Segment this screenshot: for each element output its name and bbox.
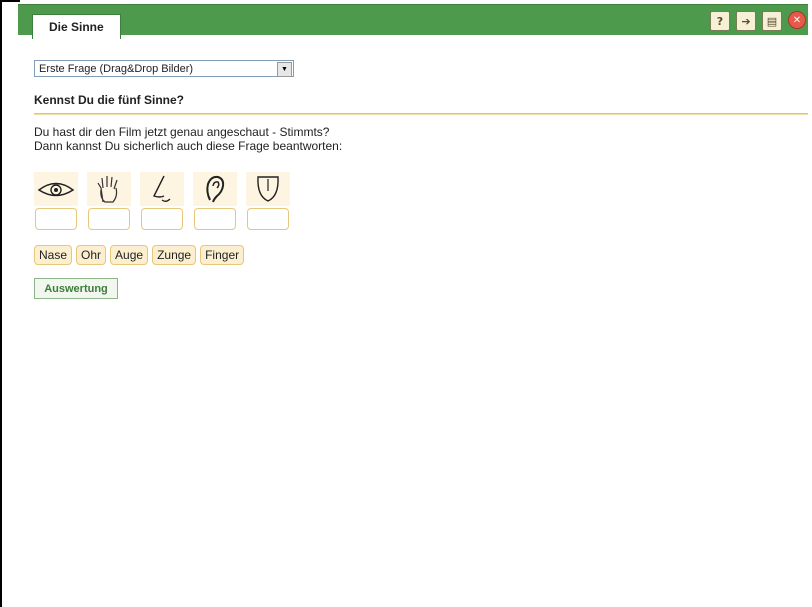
forward-icon[interactable]: ➔ [736,11,756,31]
drop-target-hand[interactable] [88,208,130,230]
sense-cell-nose [140,172,184,230]
question-line-1: Du hast dir den Film jetzt genau angesch… [34,125,330,139]
word-nase[interactable]: Nase [34,245,73,265]
evaluate-button[interactable]: Auswertung [34,278,118,299]
hand-icon [87,172,131,206]
print-icon[interactable]: ▤ [762,11,782,31]
chevron-down-icon[interactable]: ▼ [277,62,292,77]
question-select-value: Erste Frage (Drag&Drop Bilder) [39,63,194,75]
nose-icon [140,172,184,206]
drop-target-ear[interactable] [194,208,236,230]
word-auge[interactable]: Auge [110,245,149,265]
word-zunge[interactable]: Zunge [152,245,197,265]
tab-die-sinne[interactable]: Die Sinne [32,14,121,39]
window-left-border [0,0,2,607]
word-ohr[interactable]: Ohr [76,245,107,265]
drop-target-eye[interactable] [35,208,77,230]
sense-images [34,172,290,230]
ear-icon [193,172,237,206]
help-icon[interactable]: ? [710,11,730,31]
drop-target-nose[interactable] [141,208,183,230]
question-text: Du hast dir den Film jetzt genau angesch… [34,125,806,153]
question-select[interactable]: Erste Frage (Drag&Drop Bilder) ▼ [34,60,294,77]
main-content: Erste Frage (Drag&Drop Bilder) ▼ Kennst … [34,60,808,299]
word-bank: Nase Ohr Auge Zunge Finger [34,245,245,265]
toolbar: ? ➔ ▤ ✕ [710,11,806,31]
header-bar: Die Sinne ? ➔ ▤ ✕ [18,4,808,39]
drop-target-tongue[interactable] [247,208,289,230]
divider [34,113,808,115]
sense-cell-eye [34,172,78,230]
question-title: Kennst Du die fünf Sinne? [34,93,184,107]
close-icon[interactable]: ✕ [788,11,806,29]
tongue-icon [246,172,290,206]
word-finger[interactable]: Finger [200,245,245,265]
eye-icon [34,172,78,206]
window-top-border [0,0,20,2]
question-line-2: Dann kannst Du sicherlich auch diese Fra… [34,139,343,153]
sense-cell-hand [87,172,131,230]
sense-cell-tongue [246,172,290,230]
sense-cell-ear [193,172,237,230]
